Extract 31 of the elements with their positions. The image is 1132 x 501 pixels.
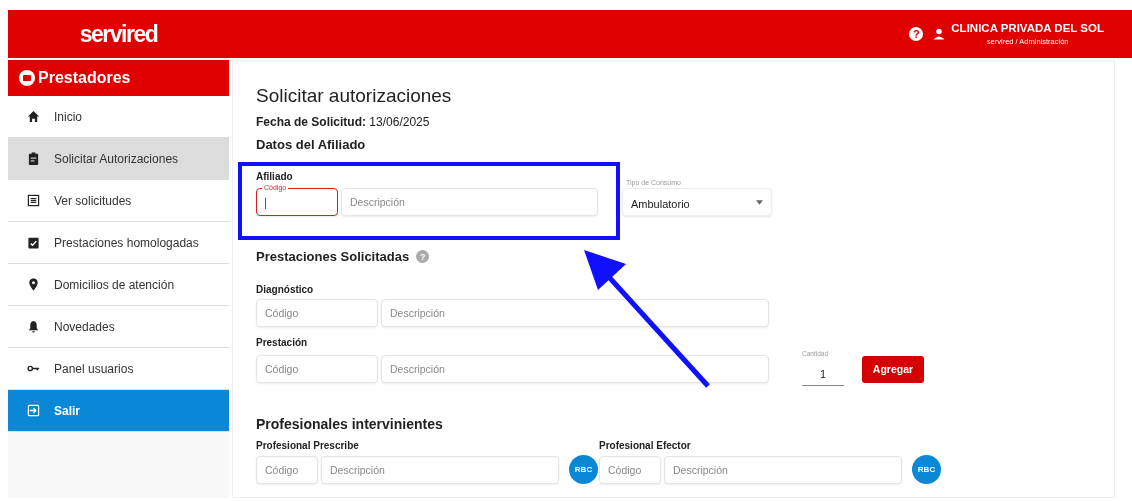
- description-field[interactable]: Descripción: [381, 299, 769, 327]
- sidebar-title: Prestadores: [38, 69, 131, 87]
- sidebar-item[interactable]: Salir: [8, 390, 229, 432]
- sidebar-item[interactable]: Ver solicitudes: [8, 180, 229, 222]
- sidebar-item[interactable]: Prestaciones homologadas: [8, 222, 229, 264]
- sidebar-item[interactable]: Panel usuarios: [8, 348, 229, 390]
- field-label: Afiliado: [256, 171, 293, 182]
- section-title: Prestaciones Solicitadas: [256, 249, 410, 264]
- description-field[interactable]: Descripción: [321, 455, 559, 484]
- user-name: CLINICA PRIVADA DEL SOL: [951, 22, 1104, 34]
- field-label: Profesional Efector: [599, 440, 691, 451]
- logo: servired: [79, 20, 158, 48]
- sidebar-item[interactable]: Inicio: [8, 96, 229, 138]
- search-professional-button[interactable]: RBC: [912, 455, 941, 484]
- add-button[interactable]: Agregar: [862, 355, 924, 383]
- section-title: Profesionales intervinientes: [256, 416, 443, 432]
- description-field[interactable]: Descripción: [341, 188, 598, 216]
- sidebar-item[interactable]: Solicitar Autorizaciones: [8, 138, 229, 180]
- sidebar-item[interactable]: Novedades: [8, 306, 229, 348]
- field-label: Prestación: [256, 337, 308, 348]
- description-field[interactable]: Descripción: [664, 455, 902, 484]
- page-title: Solicitar autorizaciones: [256, 85, 452, 107]
- help-icon[interactable]: ?: [909, 27, 924, 41]
- consumption-type-select[interactable]: Ambulatorio: [622, 188, 772, 216]
- field-label: Profesional Prescribe: [256, 440, 359, 451]
- sidebar-item[interactable]: Domicilios de atención: [8, 264, 229, 306]
- description-field[interactable]: Descripción: [381, 355, 769, 383]
- request-date: Fecha de Solicitud: 13/06/2025: [256, 115, 430, 129]
- section-title: Datos del Afiliado: [256, 137, 366, 152]
- search-professional-button[interactable]: RBC: [569, 455, 598, 484]
- field-label: Diagnóstico: [256, 284, 314, 295]
